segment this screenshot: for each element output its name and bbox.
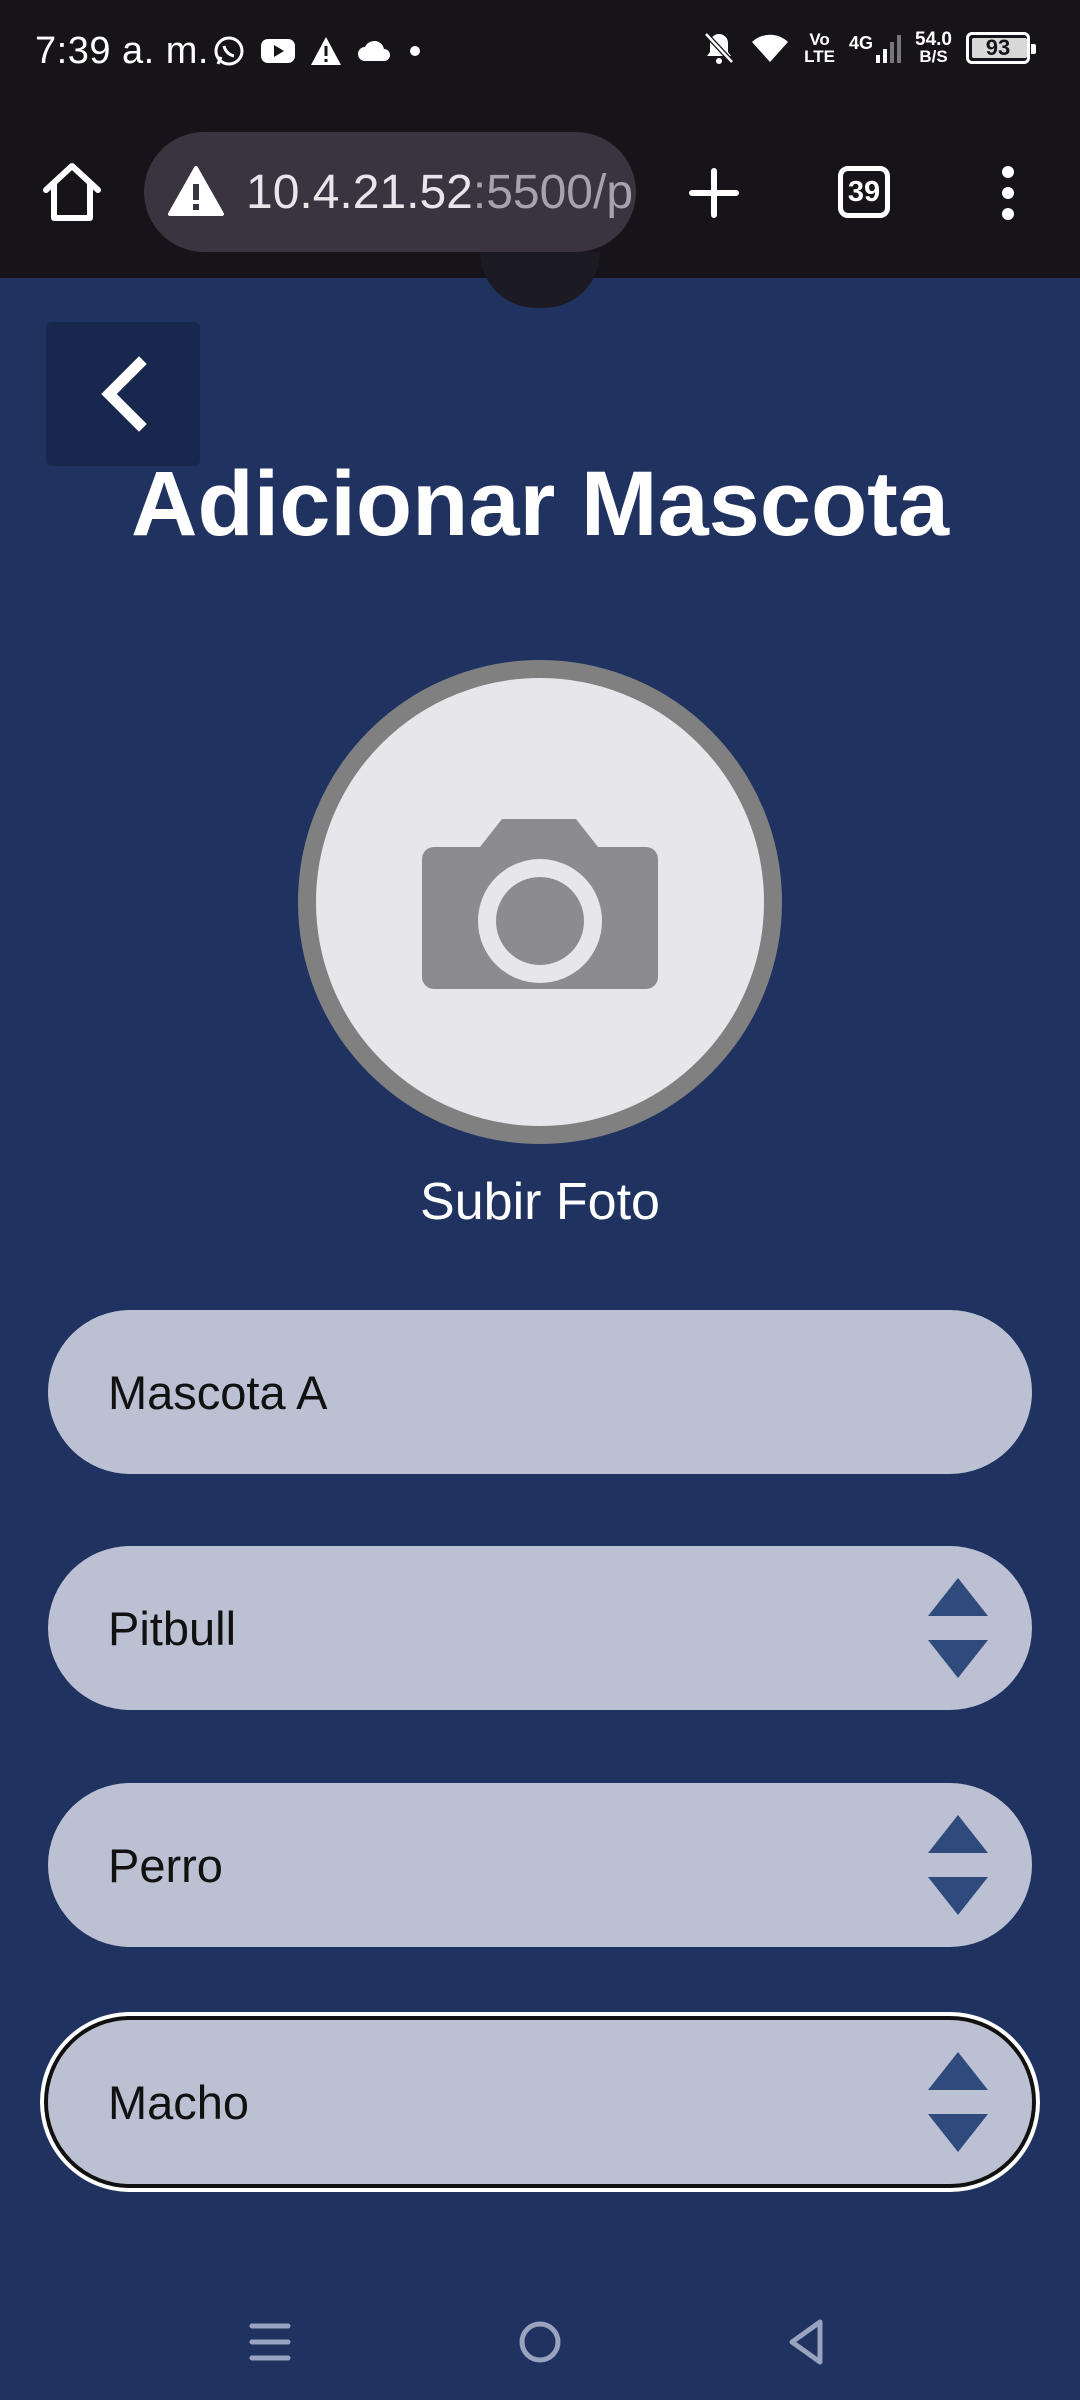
- back-button[interactable]: [46, 322, 200, 466]
- page-top-shape: [480, 252, 600, 308]
- wifi-icon: [752, 34, 789, 62]
- chevron-left-icon: [101, 356, 147, 432]
- recent-apps-icon[interactable]: [240, 2312, 300, 2372]
- more-options-icon[interactable]: [990, 163, 1026, 223]
- not-secure-icon[interactable]: [166, 162, 226, 222]
- upload-photo-label: Subir Foto: [420, 1173, 660, 1231]
- url-path: :5500/p: [472, 165, 634, 219]
- cloud-icon: [358, 40, 390, 61]
- url-text: 10.4.21.52:5500/p: [246, 165, 633, 220]
- camera-icon: [422, 819, 658, 989]
- page-title: Adicionar Mascota: [131, 453, 949, 555]
- cell-signal: 4G: [849, 33, 902, 63]
- select-arrows-icon[interactable]: [928, 1811, 988, 1919]
- url-host: 10.4.21.52: [246, 165, 473, 219]
- tab-switcher-button[interactable]: 39: [838, 166, 890, 218]
- address-bar[interactable]: 10.4.21.52:5500/p: [144, 132, 636, 252]
- status-time: 7:39 a. m.: [35, 30, 209, 72]
- whatsapp-icon: [214, 36, 244, 66]
- status-bar: 7:39 a. m. Vo LTE 4G 54.0 B/S 93: [0, 0, 1080, 108]
- network-speed: 54.0 B/S: [915, 29, 952, 66]
- pet-name-input[interactable]: [108, 1364, 928, 1420]
- photo-upload-button[interactable]: [298, 660, 782, 1144]
- pet-name-field[interactable]: [48, 1310, 1032, 1474]
- notification-icons: [212, 34, 424, 68]
- species-selected-value: Perro: [108, 1838, 223, 1892]
- bell-off-icon: [704, 32, 734, 64]
- signal-icon: [876, 35, 902, 63]
- system-icons: Vo LTE 4G 54.0 B/S 93: [702, 29, 1036, 66]
- sex-select[interactable]: Macho: [44, 2016, 1036, 2188]
- home-icon[interactable]: [38, 158, 106, 226]
- back-nav-icon[interactable]: [778, 2312, 838, 2372]
- breed-selected-value: Pitbull: [108, 1601, 237, 1655]
- screen: 7:39 a. m. Vo LTE 4G 54.0 B/S 93 10.4.21…: [0, 0, 1080, 2400]
- volte-indicator: Vo LTE: [804, 30, 835, 66]
- battery-level: 93: [985, 35, 1011, 60]
- dot-icon: [410, 46, 420, 56]
- select-arrows-icon[interactable]: [928, 2048, 988, 2156]
- navigation-bar: [0, 2290, 1080, 2400]
- new-tab-icon[interactable]: [684, 163, 744, 223]
- warning-icon: [311, 37, 341, 65]
- species-select[interactable]: Perro: [48, 1783, 1032, 1947]
- battery-icon: 93: [966, 32, 1036, 64]
- home-nav-icon[interactable]: [510, 2312, 570, 2372]
- sex-selected-value: Macho: [108, 2075, 250, 2129]
- youtube-icon: [261, 39, 295, 63]
- select-arrows-icon[interactable]: [928, 1574, 988, 1682]
- breed-select[interactable]: Pitbull: [48, 1546, 1032, 1710]
- network-type: 4G: [849, 33, 874, 53]
